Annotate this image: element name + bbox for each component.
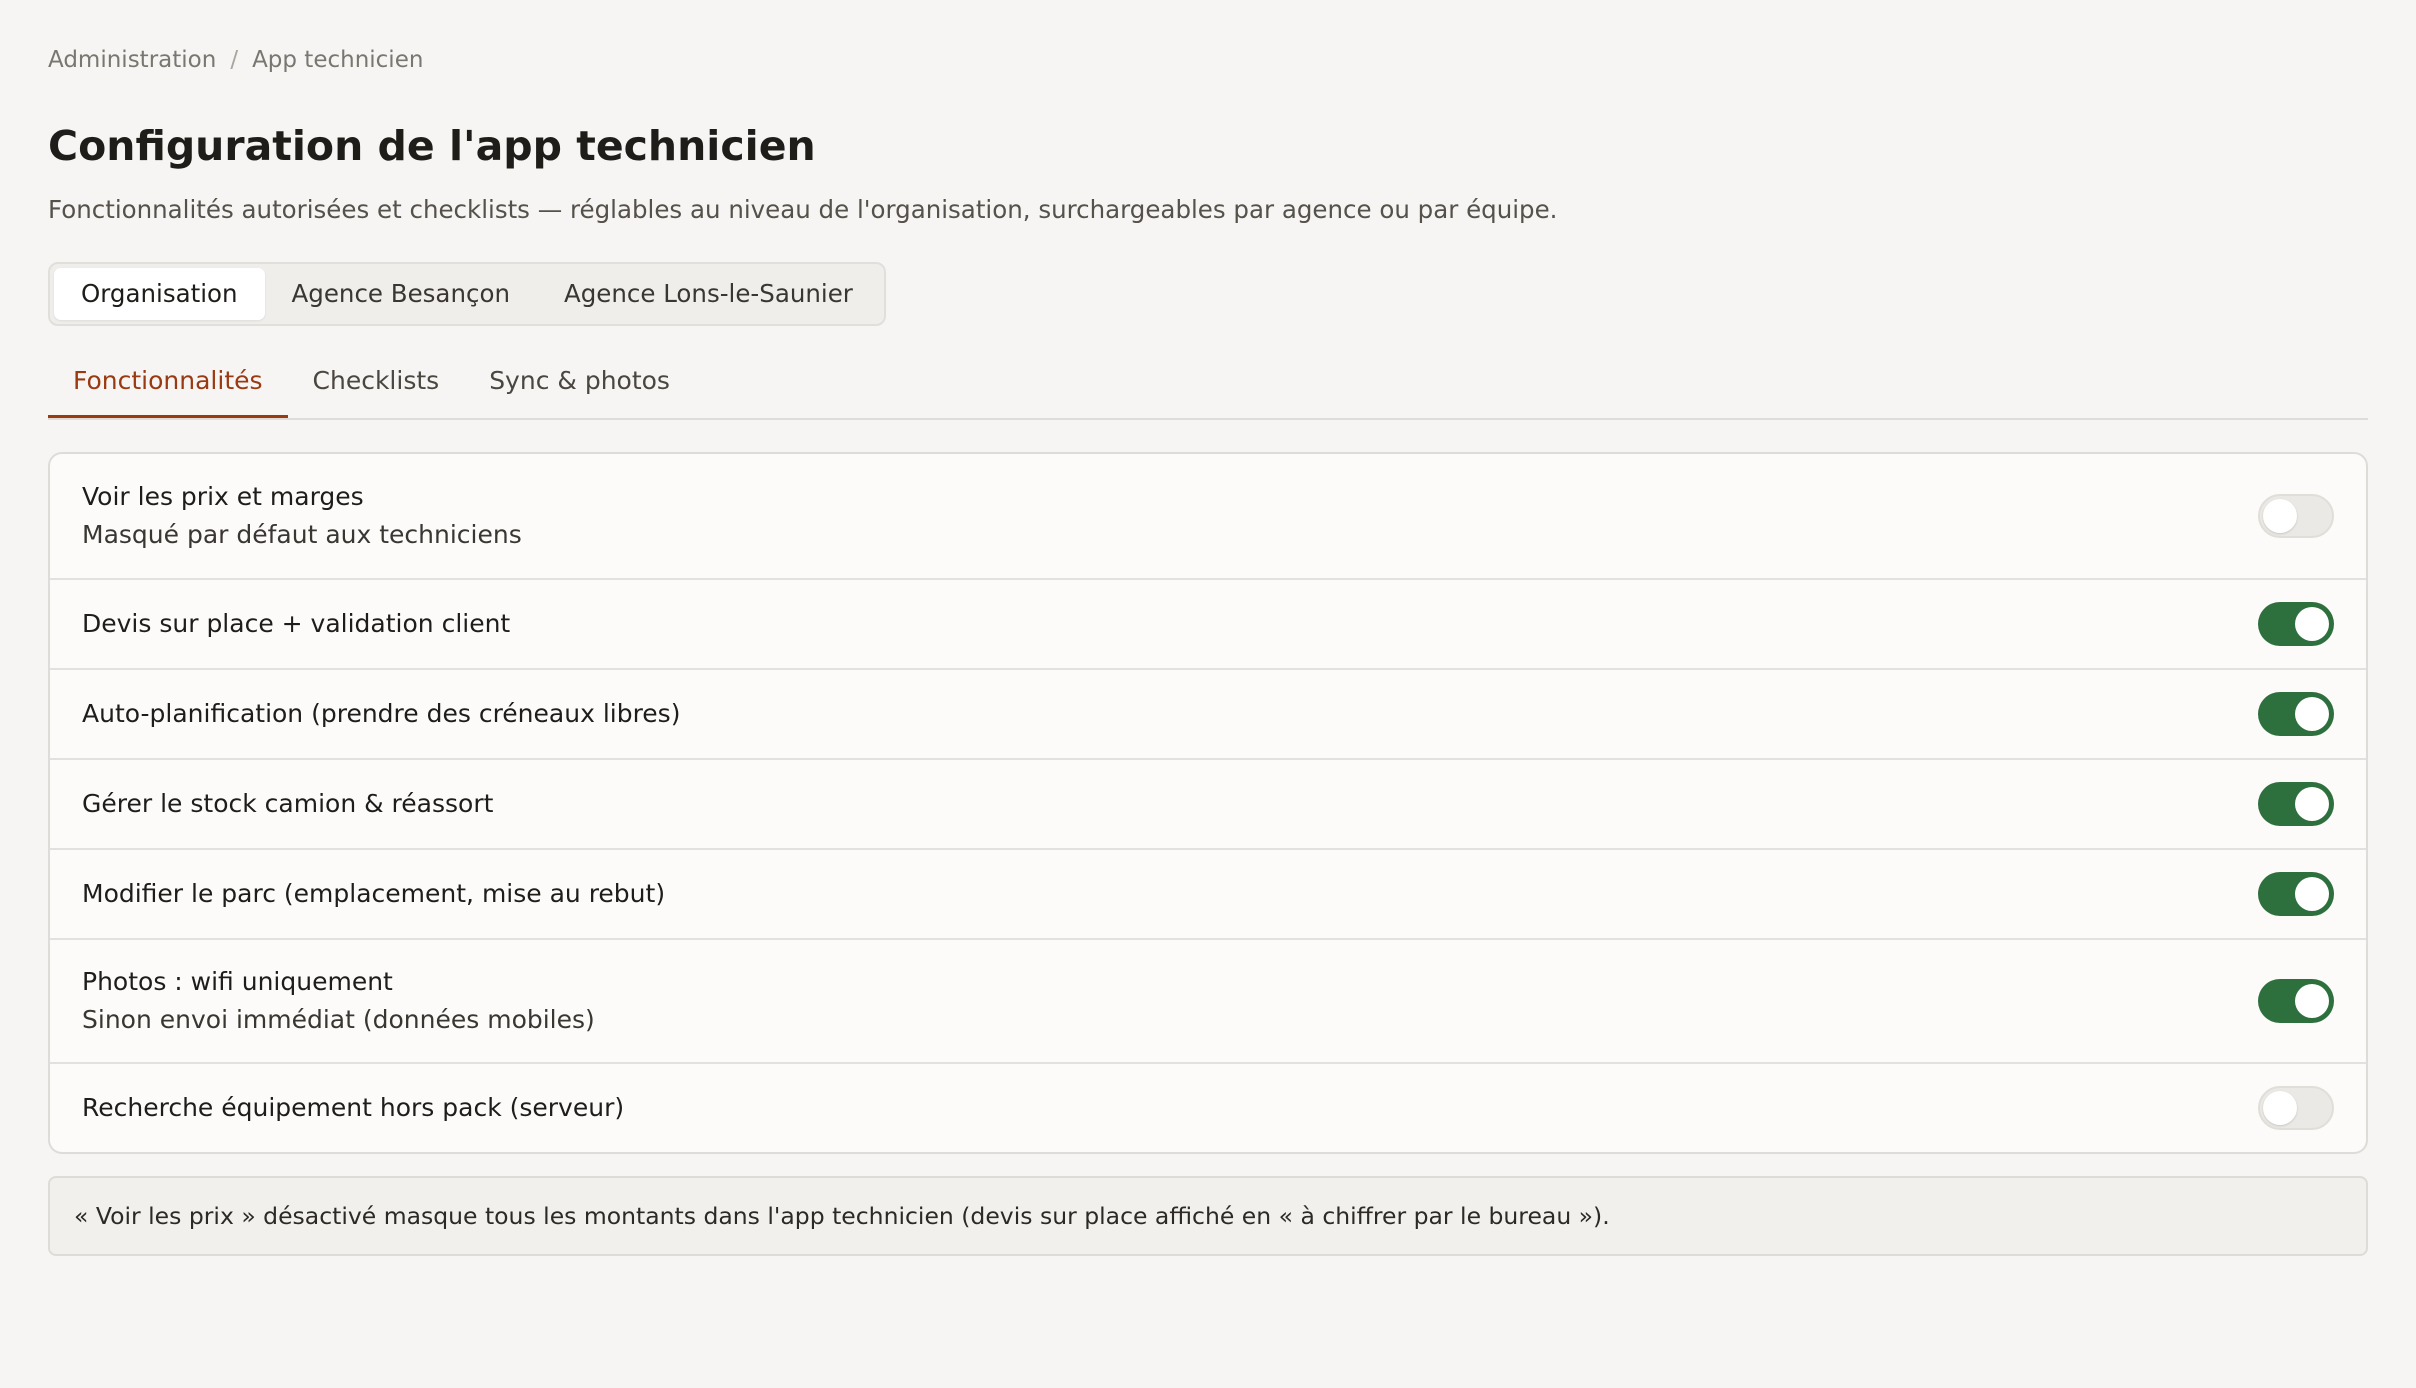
breadcrumb-separator: / [230,47,239,73]
info-note: « Voir les prix » désactivé masque tous … [48,1176,2368,1257]
scope-agence-besancon[interactable]: Agence Besançon [265,268,537,320]
feature-text: Modifier le parc (emplacement, mise au r… [82,875,665,913]
toggle-knob [2295,984,2329,1019]
feature-row-devis-sur-place: Devis sur place + validation client [50,578,2366,668]
feature-label: Recherche équipement hors pack (serveur) [82,1093,625,1123]
toggle-voir-prix[interactable] [2258,494,2334,539]
feature-label: Auto-planification (prendre des créneaux… [82,699,681,729]
toggle-stock-camion[interactable] [2258,782,2334,827]
feature-text: Auto-planification (prendre des créneaux… [82,695,680,733]
toggle-auto-planification[interactable] [2258,692,2334,737]
feature-text: Devis sur place + validation client [82,605,510,643]
feature-label: Voir les prix et marges [82,482,364,512]
feature-row-photos-wifi: Photos : wifi uniquement Sinon envoi imm… [50,938,2366,1062]
feature-text: Photos : wifi uniquement Sinon envoi imm… [82,963,595,1039]
feature-text: Voir les prix et marges Masqué par défau… [82,478,522,554]
feature-text: Recherche équipement hors pack (serveur) [82,1089,624,1127]
tab-checklists[interactable]: Checklists [288,350,465,418]
tab-bar: Fonctionnalités Checklists Sync & photos [48,350,2368,421]
feature-row-voir-prix: Voir les prix et marges Masqué par défau… [50,454,2366,578]
page-subtitle: Fonctionnalités autorisées et checklists… [48,195,1558,224]
breadcrumb-current: App technicien [252,47,424,73]
feature-label: Devis sur place + validation client [82,609,511,639]
toggle-knob [2295,607,2329,642]
feature-label: Modifier le parc (emplacement, mise au r… [82,879,666,909]
scope-organisation[interactable]: Organisation [54,268,265,321]
scope-agence-lons-le-saunier[interactable]: Agence Lons-le-Saunier [537,268,880,320]
feature-row-stock-camion: Gérer le stock camion & réassort [50,758,2366,848]
toggle-photos-wifi[interactable] [2258,979,2334,1024]
feature-description: Masqué par défaut aux techniciens [82,520,522,550]
tab-sync-photos[interactable]: Sync & photos [464,350,695,418]
toggle-devis-sur-place[interactable] [2258,602,2334,647]
feature-row-modifier-parc: Modifier le parc (emplacement, mise au r… [50,848,2366,938]
toggle-knob [2295,787,2329,822]
feature-label: Photos : wifi uniquement [82,967,393,997]
toggle-knob [2263,1091,2297,1126]
breadcrumb: Administration / App technicien [48,42,2368,78]
feature-label: Gérer le stock camion & réassort [82,789,494,819]
tab-fonctionnalites[interactable]: Fonctionnalités [48,350,288,419]
feature-description: Sinon envoi immédiat (données mobiles) [82,1005,595,1035]
breadcrumb-administration-link[interactable]: Administration [48,47,216,73]
scope-switch: Organisation Agence Besançon Agence Lons… [48,262,886,327]
feature-row-recherche-equipement: Recherche équipement hors pack (serveur) [50,1062,2366,1152]
toggle-knob [2263,499,2297,534]
toggle-knob [2295,877,2329,912]
toggle-modifier-parc[interactable] [2258,872,2334,917]
page-title: Configuration de l'app technicien [48,122,816,170]
feature-row-auto-planification: Auto-planification (prendre des créneaux… [50,668,2366,758]
feature-text: Gérer le stock camion & réassort [82,785,493,823]
features-card: Voir les prix et marges Masqué par défau… [48,452,2368,1155]
toggle-recherche-equipement[interactable] [2258,1086,2334,1131]
toggle-knob [2295,697,2329,732]
page: Administration / App technicien Configur… [0,0,2416,1388]
